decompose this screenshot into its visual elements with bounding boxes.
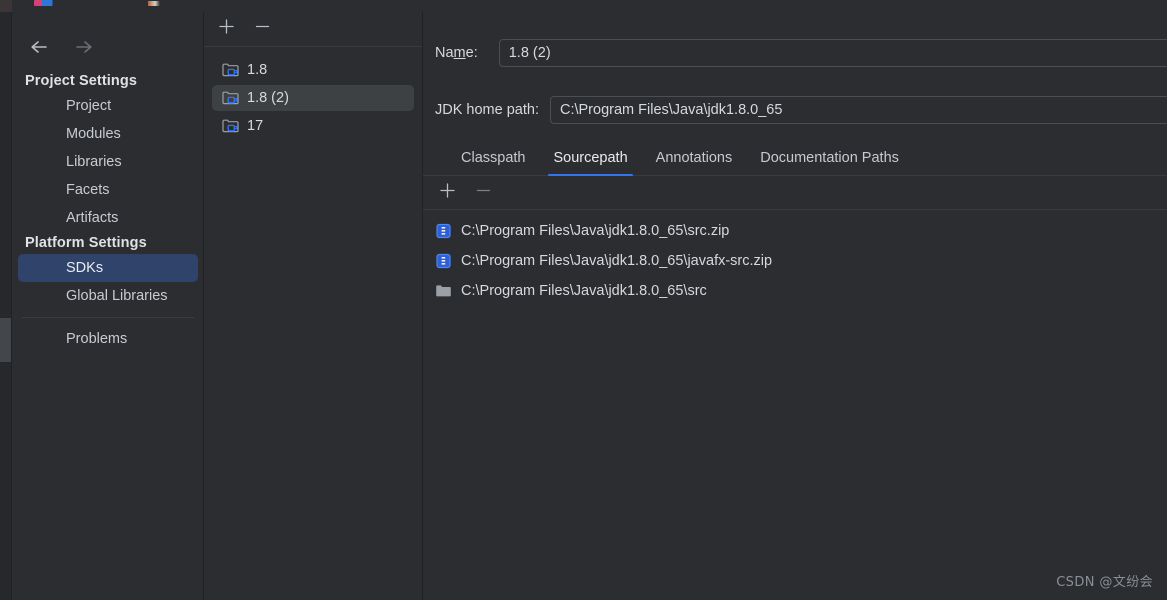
minus-icon (254, 18, 271, 40)
add-sourcepath-button[interactable] (435, 181, 459, 205)
sdk-list-item[interactable]: 1.8 (2) (212, 85, 414, 111)
sdk-list-item[interactable]: 17 (212, 113, 414, 139)
sourcepath-list-item[interactable]: C:\Program Files\Java\jdk1.8.0_65\src.zi… (423, 216, 1167, 246)
plus-icon (218, 18, 235, 40)
sourcepath-toolbar (423, 176, 1167, 210)
sidebar-item-facets[interactable]: Facets (18, 176, 198, 204)
jdk-folder-icon (222, 118, 239, 134)
remove-sourcepath-button[interactable] (471, 181, 495, 205)
left-edge-scrollbar-thumb[interactable] (0, 318, 11, 362)
sdk-detail-panel: Name: 1.8 (2) JDK home path: C:\Program … (423, 12, 1167, 600)
settings-dialog: Project Settings Project Modules Librari… (0, 0, 1167, 600)
jdk-folder-icon (222, 62, 239, 78)
sidebar-divider (22, 317, 194, 318)
tab-classpath[interactable]: Classpath (447, 150, 539, 175)
name-input-value: 1.8 (2) (508, 45, 551, 61)
jdk-home-path-row: JDK home path: C:\Program Files\Java\jdk… (435, 96, 1167, 124)
add-sdk-button[interactable] (214, 17, 238, 41)
navigation-arrows (26, 34, 97, 60)
folder-icon (435, 283, 452, 299)
sourcepath-value: C:\Program Files\Java\jdk1.8.0_65\javafx… (461, 253, 773, 269)
app-logo-icon (34, 0, 60, 6)
window-titlebar-sliver (0, 0, 1167, 12)
sdk-list-panel: 1.8 1.8 (2) 17 (204, 12, 423, 600)
minus-icon (475, 182, 492, 204)
tree-group-project-settings: Project Settings (25, 73, 137, 89)
sidebar-item-global-libraries[interactable]: Global Libraries (18, 282, 198, 310)
csdn-watermark: CSDN @文纷会 (1056, 575, 1153, 590)
left-edge-strip (0, 12, 12, 600)
tab-documentation-paths[interactable]: Documentation Paths (746, 150, 913, 175)
tree-group-platform-settings: Platform Settings (25, 235, 147, 251)
forward-button[interactable] (71, 34, 97, 60)
jdk-home-path-value: C:\Program Files\Java\jdk1.8.0_65 (559, 102, 783, 118)
sidebar-item-problems[interactable]: Problems (18, 325, 198, 353)
name-label: Name: (435, 45, 478, 61)
sourcepath-value: C:\Program Files\Java\jdk1.8.0_65\src.zi… (461, 223, 730, 239)
sidebar-item-sdks[interactable]: SDKs (18, 254, 198, 282)
sidebar-item-artifacts[interactable]: Artifacts (18, 204, 198, 232)
secondary-logo-icon (148, 1, 160, 6)
tab-annotations[interactable]: Annotations (642, 150, 747, 175)
jdk-home-path-input[interactable]: C:\Program Files\Java\jdk1.8.0_65 (549, 96, 1167, 124)
sidebar-item-project[interactable]: Project (18, 92, 198, 120)
sdk-item-label: 1.8 (247, 62, 268, 78)
sdk-list: 1.8 1.8 (2) 17 (204, 47, 422, 139)
archive-icon (435, 253, 452, 269)
plus-icon (439, 182, 456, 204)
sdk-item-label: 1.8 (2) (247, 90, 289, 106)
name-input[interactable]: 1.8 (2) (498, 39, 1167, 67)
settings-tree: Project Settings Project Modules Librari… (12, 70, 204, 353)
sourcepath-value: C:\Program Files\Java\jdk1.8.0_65\src (461, 283, 707, 299)
sidebar-item-libraries[interactable]: Libraries (18, 148, 198, 176)
sdk-item-label: 17 (247, 118, 264, 134)
sourcepath-list-item[interactable]: C:\Program Files\Java\jdk1.8.0_65\javafx… (423, 246, 1167, 276)
detail-tabs: Classpath Sourcepath Annotations Documen… (423, 142, 1167, 176)
sdk-list-toolbar (204, 12, 422, 47)
arrow-right-icon (74, 39, 94, 55)
settings-sidebar: Project Settings Project Modules Librari… (12, 12, 204, 600)
sourcepath-list-item[interactable]: C:\Program Files\Java\jdk1.8.0_65\src (423, 276, 1167, 306)
sourcepath-list: C:\Program Files\Java\jdk1.8.0_65\src.zi… (423, 216, 1167, 306)
sidebar-item-modules[interactable]: Modules (18, 120, 198, 148)
jdk-folder-icon (222, 90, 239, 106)
arrow-left-icon (29, 39, 49, 55)
titlebar-left-edge (0, 0, 12, 12)
back-button[interactable] (26, 34, 52, 60)
remove-sdk-button[interactable] (250, 17, 274, 41)
name-field-row: Name: 1.8 (2) (435, 39, 1167, 67)
tab-sourcepath[interactable]: Sourcepath (539, 150, 641, 176)
jdk-home-path-label: JDK home path: (435, 102, 539, 118)
sdk-list-item[interactable]: 1.8 (212, 57, 414, 83)
archive-icon (435, 223, 452, 239)
